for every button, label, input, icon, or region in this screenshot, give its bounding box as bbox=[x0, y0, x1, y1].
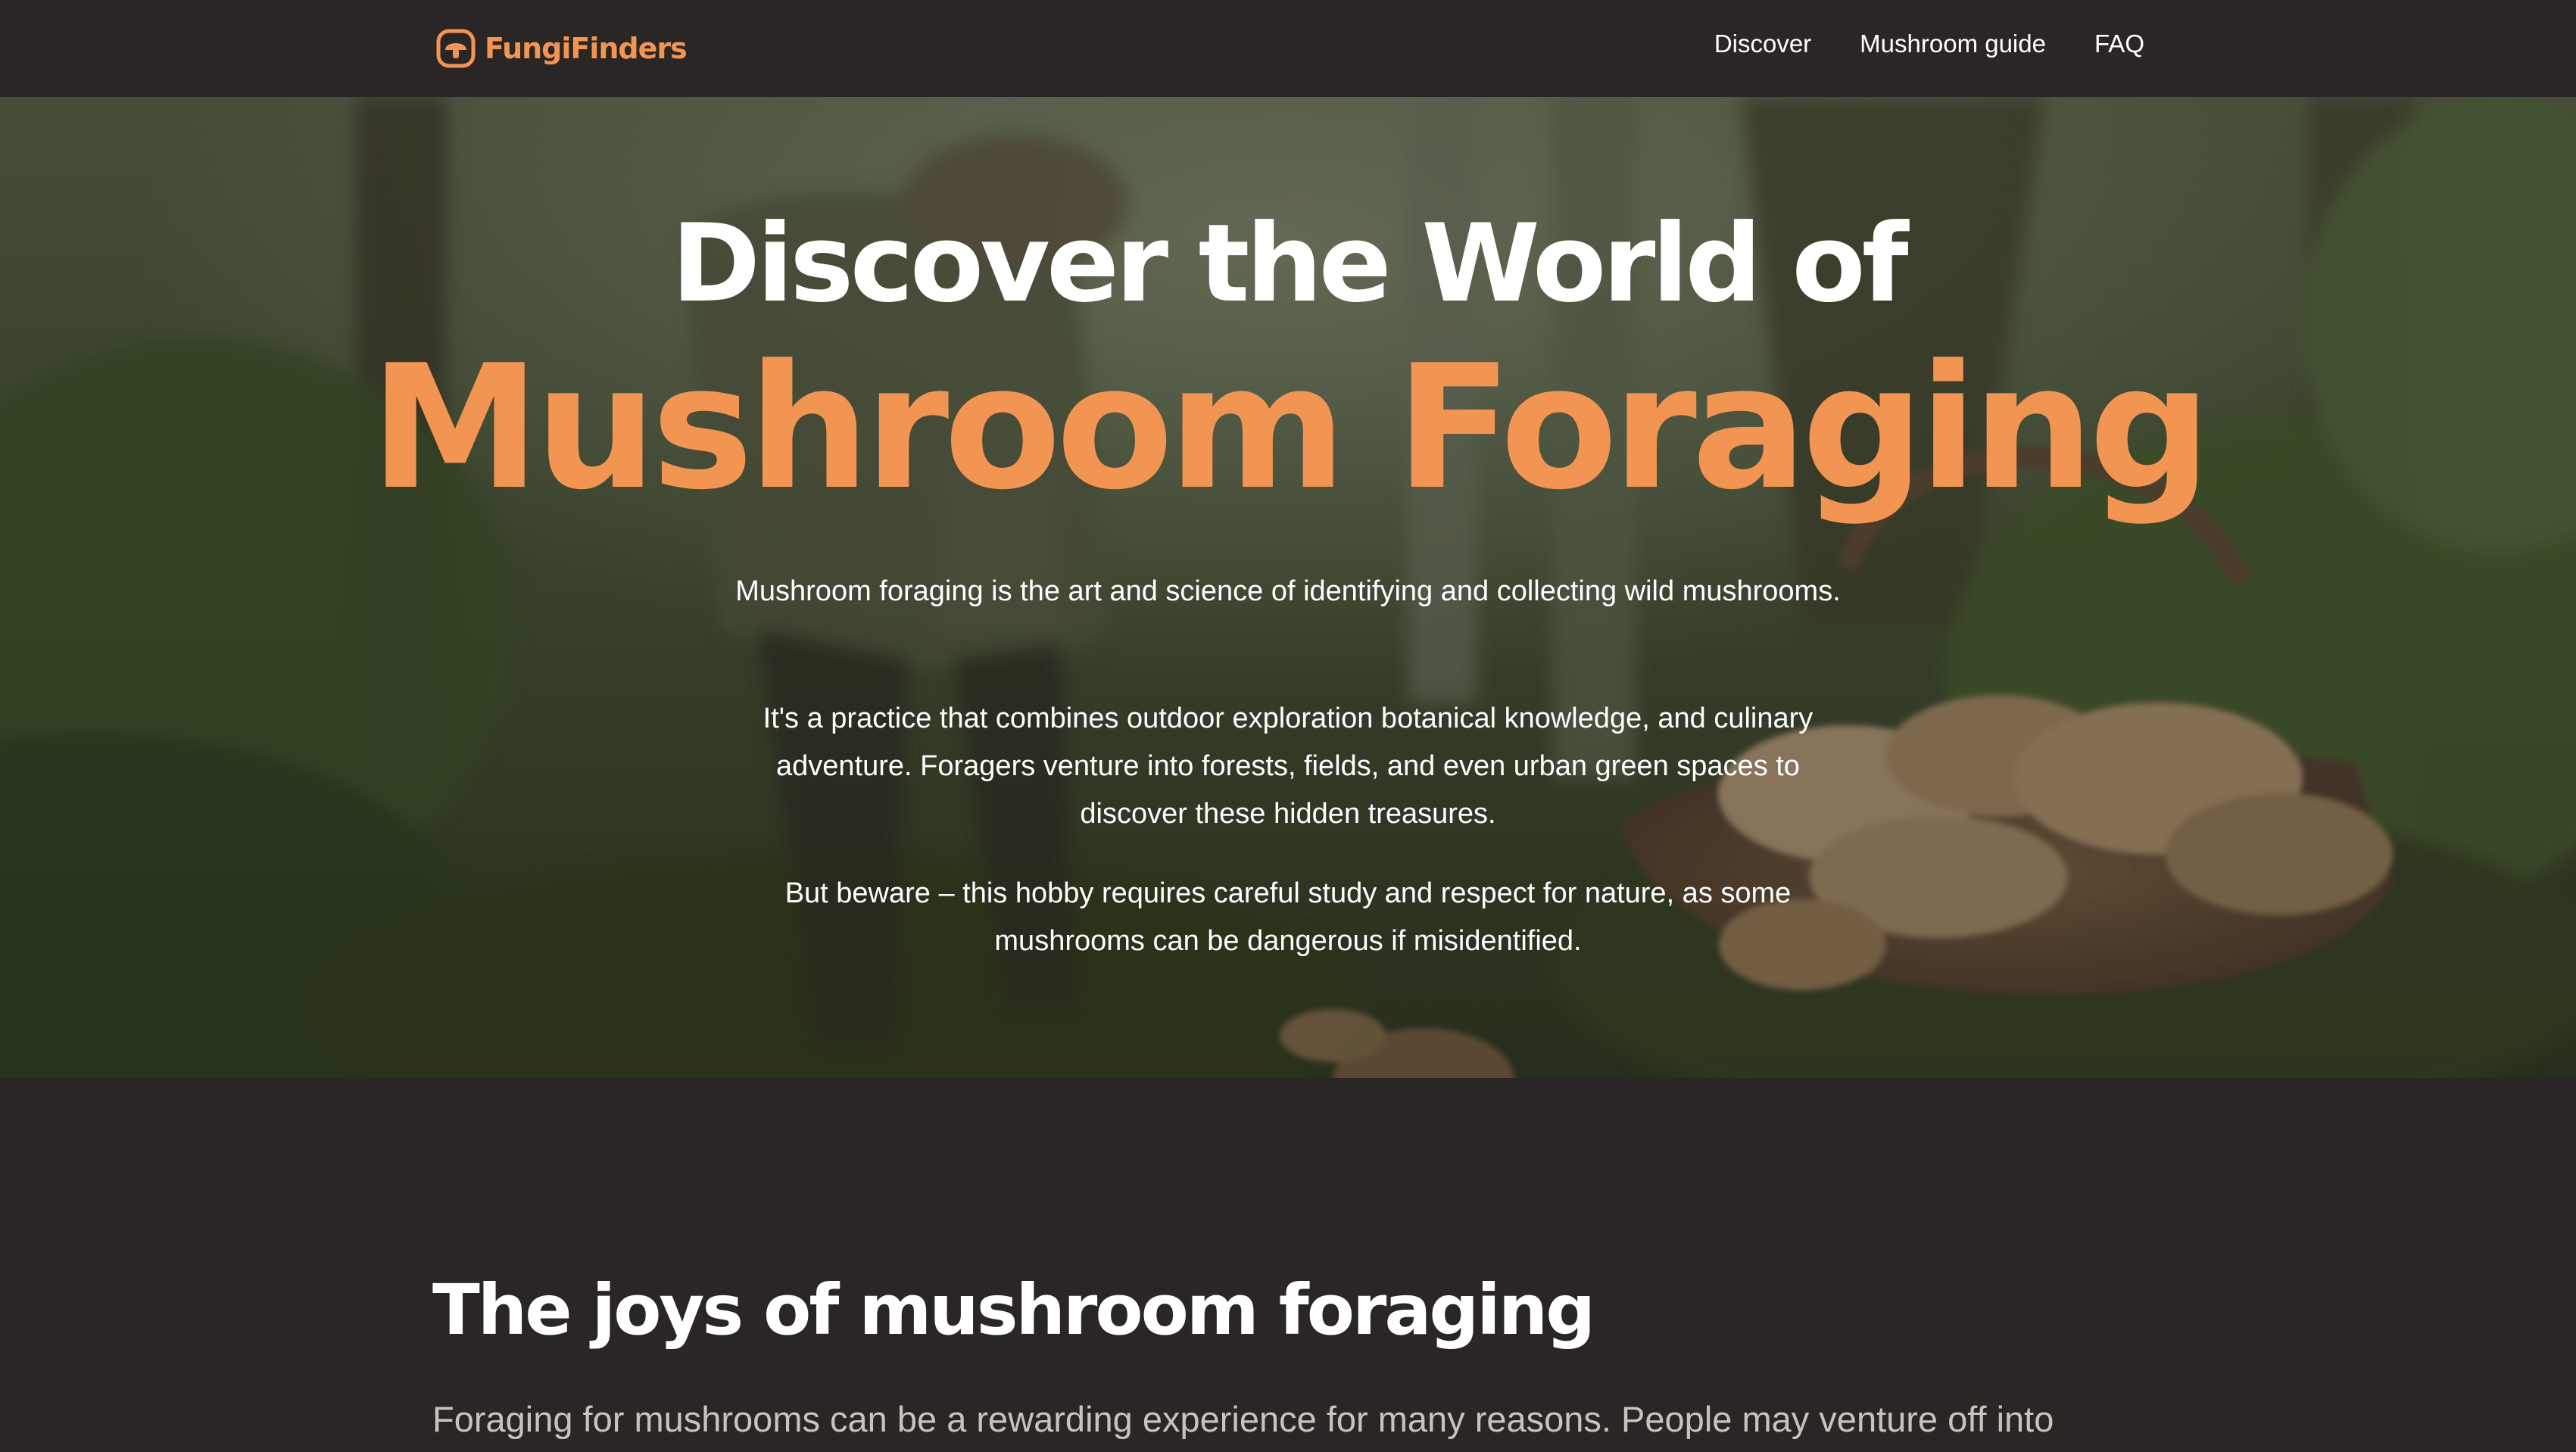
nav-link-mushroom-guide[interactable]: Mushroom guide bbox=[1860, 30, 2046, 58]
section-title: The joys of mushroom foraging bbox=[432, 1270, 1595, 1351]
section-intro: Foraging for mushrooms can be a rewardin… bbox=[432, 1399, 2054, 1439]
mushroom-logo-icon bbox=[436, 29, 476, 68]
hero-title-line-2: Mushroom Foraging bbox=[370, 329, 2212, 528]
hero-paragraph-1: Mushroom foraging is the art and science… bbox=[735, 575, 1841, 607]
brand-logo-link[interactable]: FungiFinders bbox=[435, 26, 688, 71]
main-nav: Discover Mushroom guide FAQ bbox=[1714, 23, 2144, 65]
hero-content: Discover the World of Mushroom Foraging … bbox=[0, 97, 2576, 1078]
nav-link-discover[interactable]: Discover bbox=[1714, 30, 1811, 58]
joys-section: The joys of mushroom foraging Foraging f… bbox=[0, 1078, 2576, 1452]
hero-section: Discover the World of Mushroom Foraging … bbox=[0, 97, 2576, 1078]
hero-paragraph-3: But beware – this hobby requires careful… bbox=[784, 877, 1792, 957]
navbar: FungiFinders Discover Mushroom guide FAQ bbox=[0, 0, 2576, 97]
nav-link-faq[interactable]: FAQ bbox=[2094, 30, 2144, 58]
hero-title-line-1: Discover the World of bbox=[671, 201, 1908, 326]
hero-paragraph-2: It's a practice that combines outdoor ex… bbox=[763, 703, 1813, 830]
brand-name: FungiFinders bbox=[485, 32, 688, 65]
